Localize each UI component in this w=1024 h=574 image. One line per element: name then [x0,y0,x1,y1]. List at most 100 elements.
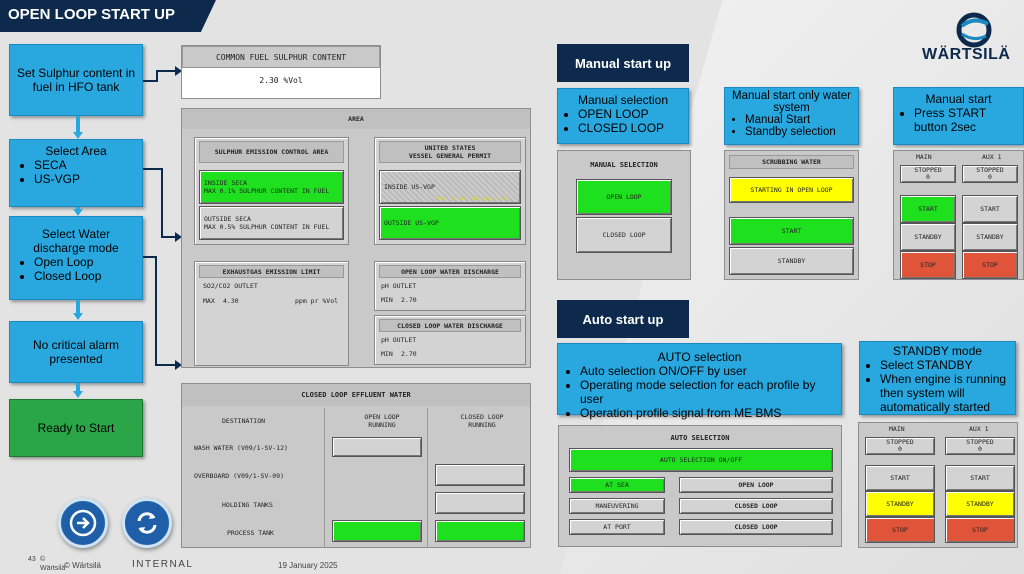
refresh-button[interactable] [122,498,172,548]
aux-status: STOPPED 0 [945,437,1015,455]
step-item: Closed Loop [34,269,136,283]
box-item: Press START button 2sec [914,106,1017,134]
at-port-mode[interactable]: CLOSED LOOP [679,519,833,535]
manual-selection-title: MANUAL SELECTION [590,161,658,169]
down-arrow-icon [73,209,83,216]
box-item: Operation profile signal from ME BMS [580,406,833,420]
page-title: OPEN LOOP START UP [8,6,175,23]
maneuvering-mode[interactable]: CLOSED LOOP [679,498,833,514]
box-heading: STANDBY mode [893,344,982,358]
process-closed-indicator [435,520,525,542]
scrubbing-water-title: SCRUBBING WATER [729,155,854,169]
row-overboard: OVERBOARD (V09/1-SV-09) [194,472,285,480]
title-bar: OPEN LOOP START UP [0,0,216,32]
main-standby-button[interactable]: STANDBY [900,223,956,251]
main-status: STOPPED 0 [865,437,935,455]
exhaust-row-label: SO2/CO2 OUTLET [203,282,258,290]
auto-selection-title: AUTO SELECTION [670,434,730,442]
step-item: US-VGP [34,172,136,186]
area-panel: AREA SULPHUR EMISSION CONTROL AREA INSID… [181,108,531,368]
open-loop-button[interactable]: OPEN LOOP [576,179,672,215]
open-loop-discharge-panel: OPEN LOOP WATER DISCHARGE pH OUTLET MIN … [374,261,526,311]
fuel-sulphur-panel: COMMON FUEL SULPHUR CONTENT 2.30 %Vol [181,45,381,99]
step-select-discharge: Select Water discharge mode Open Loop Cl… [9,216,143,300]
aux-label: AUX 1 [969,425,989,433]
standby-mode-box: STANDBY mode Select STANDBY When engine … [859,341,1016,415]
manual-water-box: Manual start only water system Manual St… [724,87,859,145]
scrubbing-start-button[interactable]: START [729,217,854,245]
outside-vgp-button[interactable]: OUTSIDE US-VGP [379,206,521,240]
status-value: 0 [926,173,930,181]
step-item: SECA [34,158,136,172]
row-wash-water: WASH WATER (V09/1-SV-12) [194,444,288,452]
col-destination: DESTINATION [222,417,266,425]
box-item: Manual Start [745,114,852,126]
box-heading: AUTO selection [657,350,742,364]
fuel-panel-title: COMMON FUEL SULPHUR CONTENT [182,46,380,68]
step-text: No critical alarm presented [32,338,119,366]
divider [427,408,428,548]
maneuvering-button[interactable]: MANEUVERING [569,498,665,514]
at-port-button[interactable]: AT PORT [569,519,665,535]
connector-line [156,70,176,72]
logo-icon [956,12,992,48]
col-closed-loop: CLOSED LOOP RUNNING [460,413,504,429]
logo-text: WÄRTSILÄ [922,46,1011,63]
box-item: Operating mode selection for each profil… [580,378,833,406]
ph-min-label: MIN [381,296,393,304]
main-standby-button[interactable]: STANDBY [865,491,935,517]
aux-start-button[interactable]: START [962,195,1018,223]
wartsila-logo: WÄRTSILÄ [922,12,1011,68]
scrubbing-water-panel: SCRUBBING WATER STARTING IN OPEN LOOP ST… [724,150,859,280]
aux-stop-button[interactable]: STOP [945,517,1015,543]
aux-stop-button[interactable]: STOP [962,251,1018,279]
closed-loop-button[interactable]: CLOSED LOOP [576,217,672,253]
aux-standby-button[interactable]: STANDBY [945,491,1015,517]
connector-line [161,236,175,238]
step-sulphur-content: Set Sulphur content in fuel in HFO tank [9,44,143,116]
exhaust-max-unit: ppm pr %Vol [295,297,339,305]
copyright: © Wärtsilä [64,561,102,570]
manual-selection-box: Manual selection OPEN LOOP CLOSED LOOP [557,88,689,144]
overboard-closed-indicator [435,464,525,486]
connector-line [155,364,175,366]
main-start-button[interactable]: START [865,465,935,491]
manual-start-box: Manual start Press START button 2sec [893,87,1024,145]
exhaust-title: EXHAUSTGAS EMISSION LIMIT [199,265,344,278]
step-heading: Select Area [45,144,107,158]
step-no-alarm: No critical alarm presented [9,321,143,383]
at-sea-mode[interactable]: OPEN LOOP [679,477,833,493]
auto-onoff-button[interactable]: AUTO SELECTION ON/OFF [569,448,833,472]
step-text: Ready to Start [37,421,115,435]
aux-start-button[interactable]: START [945,465,1015,491]
inside-seca-button[interactable]: INSIDE SECA MAX 0.1% SULPHUR CONTENT IN … [199,170,344,204]
status-value: 0 [898,445,902,453]
main-stop-button[interactable]: STOP [900,251,956,279]
refresh-icon [137,512,157,534]
box-item: When engine is running then system will … [880,372,1009,414]
main-start-button[interactable]: START [900,195,956,223]
wash-water-open-indicator [332,437,422,457]
box-item: OPEN LOOP [578,107,682,121]
step-item: Open Loop [34,255,136,269]
ph-outlet-label: pH OUTLET [381,282,417,290]
outside-seca-button[interactable]: OUTSIDE SECA MAX 0.5% SULPHUR CONTENT IN… [199,206,344,240]
auto-startup-header: Auto start up [557,300,689,338]
next-button[interactable] [58,498,108,548]
main-stop-button[interactable]: STOP [865,517,935,543]
manual-startup-header: Manual start up [557,44,689,82]
closed-loop-discharge-panel: CLOSED LOOP WATER DISCHARGE pH OUTLET MI… [374,315,526,365]
ph-min-label: MIN [381,350,393,358]
step-heading: Select Water discharge mode [33,227,119,255]
arrow-right-circle-icon [69,509,97,537]
at-sea-button[interactable]: AT SEA [569,477,665,493]
aux-label: AUX 1 [982,153,1002,161]
row-holding-tanks: HOLDING TANKS [222,501,273,509]
divider [324,408,325,548]
area-title: AREA [182,109,530,129]
vgp-panel: UNITED STATES VESSEL GENERAL PERMIT INSI… [374,137,526,245]
seca-panel: SULPHUR EMISSION CONTROL AREA INSIDE SEC… [194,137,349,245]
classification: INTERNAL [132,559,194,570]
aux-standby-button[interactable]: STANDBY [962,223,1018,251]
scrubbing-standby-button[interactable]: STANDBY [729,247,854,275]
